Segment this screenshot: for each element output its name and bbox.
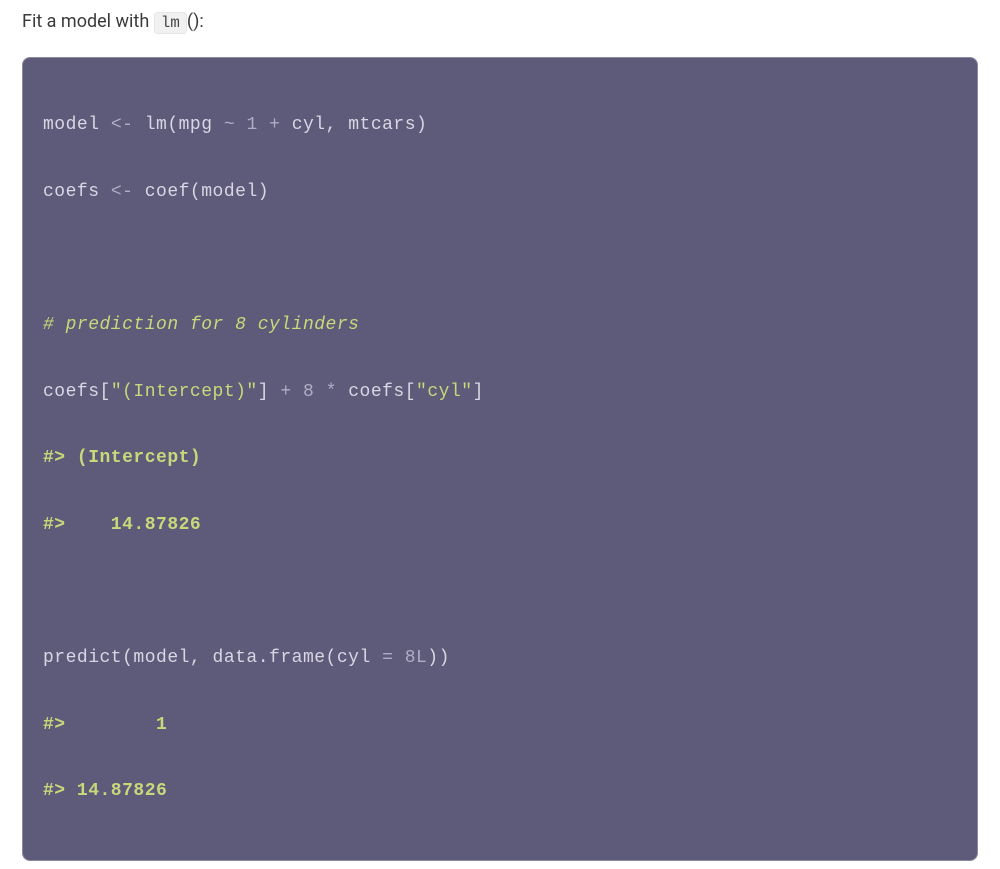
code-token-operator: <- bbox=[111, 182, 134, 202]
code-token: lm(mpg bbox=[133, 115, 223, 135]
code-token-operator: + bbox=[269, 115, 280, 135]
code-token: ] bbox=[258, 382, 281, 402]
code-token-number: 8L bbox=[405, 648, 428, 668]
code-token-output: #> 14.87826 bbox=[43, 515, 201, 535]
code-token-operator: = bbox=[382, 648, 393, 668]
code-token-operator: ~ bbox=[224, 115, 235, 135]
code-line: coefs <- coef(model) bbox=[43, 176, 957, 209]
code-token bbox=[258, 115, 269, 135]
code-line: #> 1 bbox=[43, 709, 957, 742]
code-token: coefs bbox=[43, 182, 111, 202]
code-token bbox=[292, 382, 303, 402]
code-token bbox=[235, 115, 246, 135]
code-token-operator: <- bbox=[111, 115, 134, 135]
code-token-output: #> 14.87826 bbox=[43, 781, 167, 801]
code-token-string: "(Intercept)" bbox=[111, 382, 258, 402]
code-line: #> 14.87826 bbox=[43, 775, 957, 808]
code-token: model bbox=[43, 115, 111, 135]
code-token bbox=[314, 382, 325, 402]
code-line: predict(model, data.frame(cyl = 8L)) bbox=[43, 642, 957, 675]
code-token-string: "cyl" bbox=[416, 382, 473, 402]
code-token-number: 1 bbox=[246, 115, 257, 135]
code-line: coefs["(Intercept)"] + 8 * coefs["cyl"] bbox=[43, 376, 957, 409]
prose-text-after: (): bbox=[187, 11, 204, 32]
code-token: coefs[ bbox=[337, 382, 416, 402]
code-token-output: #> (Intercept) bbox=[43, 448, 213, 468]
code-line: #> 14.87826 bbox=[43, 509, 957, 542]
code-line: #> (Intercept) bbox=[43, 442, 957, 475]
prose-text-before: Fit a model with bbox=[22, 11, 154, 32]
code-token-operator: + bbox=[280, 382, 291, 402]
code-token bbox=[393, 648, 404, 668]
code-token: predict(model, data.frame(cyl bbox=[43, 648, 382, 668]
code-token: coef(model) bbox=[133, 182, 269, 202]
code-token: coefs[ bbox=[43, 382, 111, 402]
code-token-number: 8 bbox=[303, 382, 314, 402]
inline-code-lm: lm bbox=[154, 12, 187, 34]
code-token-operator: * bbox=[326, 382, 337, 402]
code-block: model <- lm(mpg ~ 1 + cyl, mtcars) coefs… bbox=[22, 57, 978, 861]
code-line-blank bbox=[43, 575, 957, 608]
code-token-comment: # prediction for 8 cylinders bbox=[43, 315, 359, 335]
code-line: # prediction for 8 cylinders bbox=[43, 309, 957, 342]
code-token: )) bbox=[427, 648, 450, 668]
code-line-blank bbox=[43, 242, 957, 275]
code-token: cyl, mtcars) bbox=[280, 115, 427, 135]
code-token-output: #> 1 bbox=[43, 715, 179, 735]
code-token: ] bbox=[473, 382, 484, 402]
prose-paragraph: Fit a model with lm(): bbox=[22, 8, 978, 35]
code-line: model <- lm(mpg ~ 1 + cyl, mtcars) bbox=[43, 109, 957, 142]
